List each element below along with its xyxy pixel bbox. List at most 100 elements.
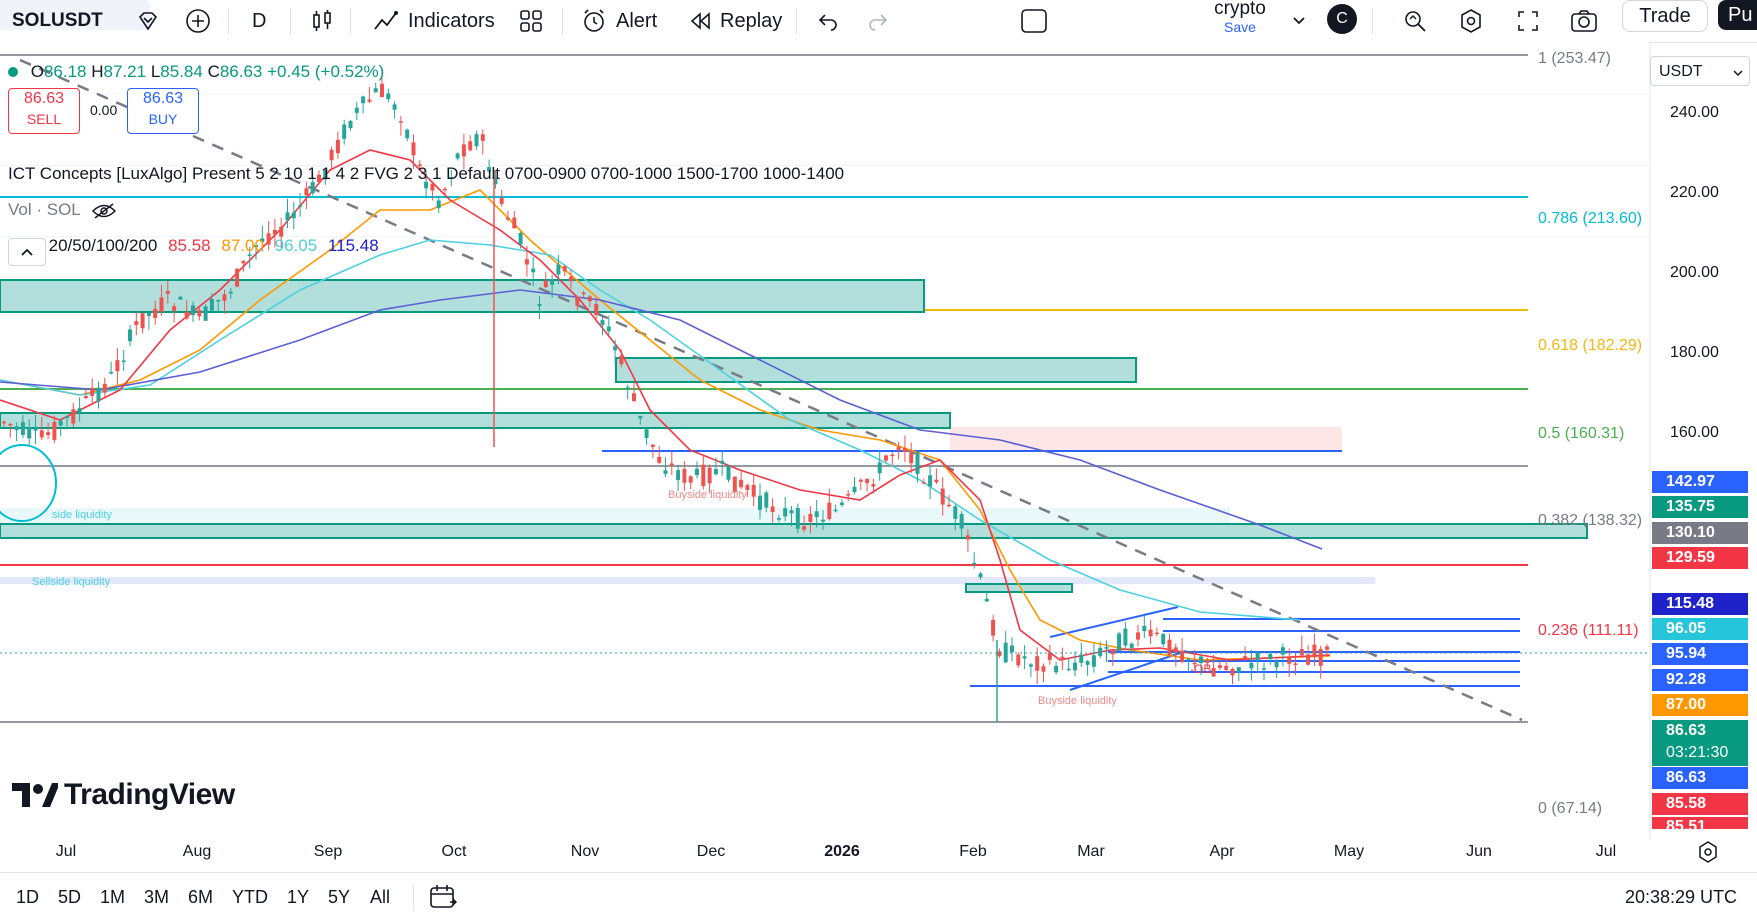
candle-body[interactable] (1148, 629, 1153, 637)
candle-body[interactable] (587, 296, 592, 302)
candle-body[interactable] (1041, 666, 1046, 672)
candle-body[interactable] (285, 212, 290, 221)
candle-body[interactable] (1186, 658, 1191, 661)
candle-body[interactable] (1249, 662, 1254, 669)
candle-body[interactable] (1287, 656, 1292, 664)
candle-body[interactable] (1066, 668, 1071, 671)
candle-body[interactable] (802, 526, 807, 530)
candle-body[interactable] (1299, 649, 1304, 656)
candle-body[interactable] (1016, 654, 1021, 666)
candle-style-icon[interactable] (310, 0, 334, 42)
candle-body[interactable] (884, 455, 888, 461)
candle-body[interactable] (682, 469, 687, 483)
candle-body[interactable] (209, 298, 214, 311)
candle-body[interactable] (512, 217, 517, 229)
candle-body[interactable] (594, 303, 599, 316)
candle-body[interactable] (65, 416, 69, 418)
candle-body[interactable] (354, 107, 359, 113)
buy-button[interactable]: 86.63 BUY (127, 88, 199, 134)
candle-body[interactable] (228, 291, 233, 294)
candle-body[interactable] (821, 519, 825, 522)
candle-body[interactable] (663, 470, 668, 474)
candle-body[interactable] (90, 387, 95, 396)
candle-body[interactable] (1262, 668, 1266, 670)
candle-body[interactable] (1268, 654, 1273, 660)
candle-body[interactable] (688, 476, 693, 483)
candle-body[interactable] (1224, 665, 1229, 670)
candle-body[interactable] (808, 513, 813, 522)
settings-icon[interactable] (1458, 0, 1484, 42)
candle-body[interactable] (304, 188, 309, 196)
candle-body[interactable] (632, 393, 636, 401)
publish-button[interactable]: Pu (1718, 0, 1757, 30)
range-1d[interactable]: 1D (16, 887, 39, 908)
candle-body[interactable] (191, 305, 195, 316)
candle-body[interactable] (978, 573, 983, 578)
candle-body[interactable] (2, 421, 6, 424)
candle-body[interactable] (1054, 665, 1059, 673)
candle-body[interactable] (606, 326, 611, 332)
candle-body[interactable] (1091, 655, 1096, 667)
candle-body[interactable] (392, 104, 397, 110)
order-block-zone[interactable] (0, 279, 925, 313)
candle-body[interactable] (650, 444, 655, 447)
candle-body[interactable] (27, 427, 32, 439)
candle-body[interactable] (128, 329, 132, 342)
candle-body[interactable] (1312, 644, 1317, 658)
range-1m[interactable]: 1M (100, 887, 125, 908)
candle-body[interactable] (1098, 647, 1103, 656)
candle-body[interactable] (569, 276, 573, 282)
candle-body[interactable] (984, 598, 989, 602)
candle-body[interactable] (83, 396, 88, 399)
candle-body[interactable] (430, 183, 435, 191)
indicators-button[interactable]: Indicators (372, 0, 495, 42)
tradingview-logo[interactable]: TradingView (12, 778, 235, 812)
symbol-name[interactable]: SOLUSDT (12, 0, 103, 42)
ema-legend[interactable]: EMA 20/50/100/200 85.58 87.00 96.05 115.… (8, 236, 379, 256)
candle-body[interactable] (613, 346, 618, 351)
range-6m[interactable]: 6M (188, 887, 213, 908)
candle-body[interactable] (1073, 662, 1077, 671)
sell-button[interactable]: 86.63 SELL (8, 88, 80, 134)
candle-body[interactable] (720, 460, 725, 464)
ict-indicator-legend[interactable]: ICT Concepts [LuxAlgo] Present 5 2 10 1 … (8, 164, 844, 184)
candle-body[interactable] (877, 462, 882, 474)
candle-body[interactable] (865, 479, 870, 484)
candle-body[interactable] (178, 296, 183, 300)
candle-body[interactable] (468, 141, 473, 151)
candle-body[interactable] (1180, 650, 1185, 662)
candle-body[interactable] (789, 510, 794, 514)
candle-body[interactable] (695, 468, 699, 476)
avatar[interactable]: C (1327, 4, 1357, 34)
candle-body[interactable] (947, 504, 951, 507)
currency-select[interactable]: USDT (1650, 56, 1750, 86)
time-axis-settings-icon[interactable] (1696, 840, 1720, 869)
interval-button[interactable]: D (252, 0, 266, 42)
candle-body[interactable] (291, 212, 296, 219)
candle-body[interactable] (506, 217, 510, 220)
legend-collapse-button[interactable] (8, 238, 46, 266)
replay-button[interactable]: Replay (688, 0, 782, 42)
candle-body[interactable] (676, 470, 681, 481)
candle-body[interactable] (1274, 661, 1279, 668)
candle-body[interactable] (165, 291, 170, 294)
candle-body[interactable] (550, 279, 555, 285)
candle-body[interactable] (940, 488, 945, 505)
candle-body[interactable] (1173, 647, 1178, 653)
candle-body[interactable] (902, 448, 907, 453)
candle-body[interactable] (1079, 654, 1084, 663)
candle-body[interactable] (96, 387, 101, 402)
candle-body[interactable] (1110, 649, 1115, 655)
candle-body[interactable] (109, 372, 114, 374)
candle-body[interactable] (1255, 652, 1260, 661)
candle-body[interactable] (1318, 648, 1323, 666)
candle-body[interactable] (380, 83, 384, 98)
candle-body[interactable] (1211, 667, 1216, 677)
candle-body[interactable] (839, 502, 844, 506)
candle-body[interactable] (795, 507, 800, 529)
candle-body[interactable] (1306, 654, 1311, 665)
candle-body[interactable] (827, 502, 832, 519)
candle-body[interactable] (575, 296, 580, 306)
candle-body[interactable] (39, 430, 44, 438)
utc-clock[interactable]: 20:38:29 UTC (1625, 887, 1737, 908)
